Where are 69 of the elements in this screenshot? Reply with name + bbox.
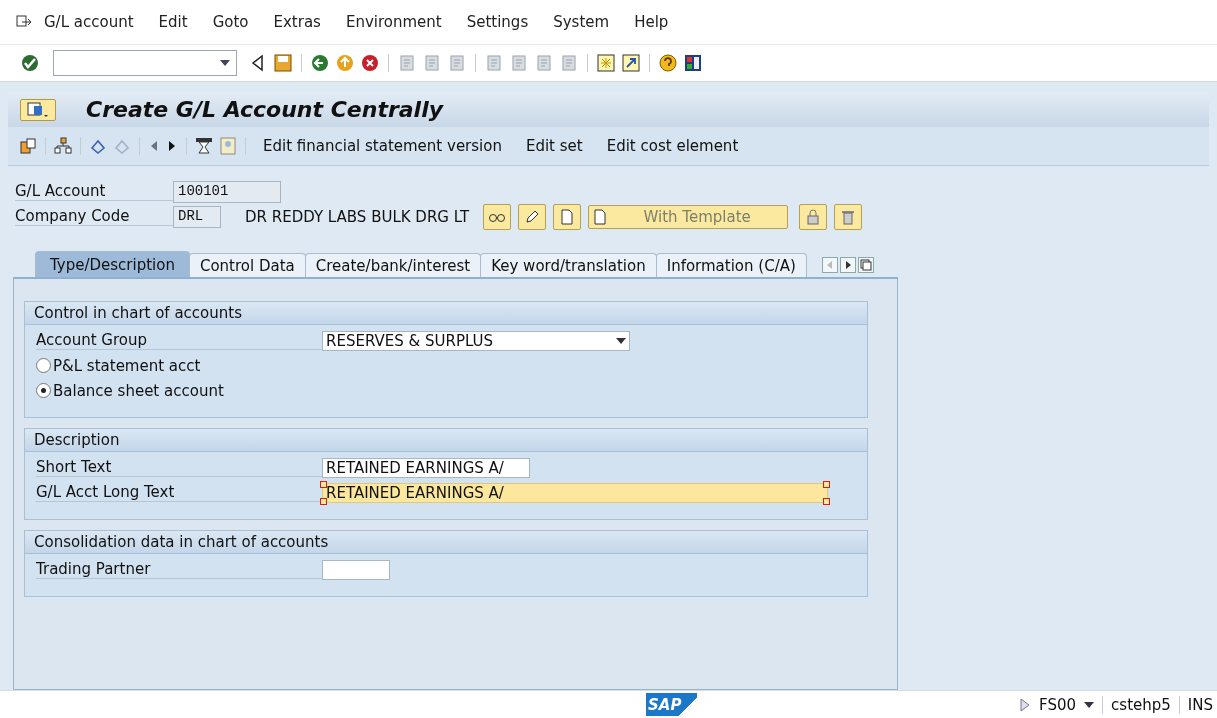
pencil-icon	[524, 208, 541, 225]
expand-triangle-icon[interactable]	[1019, 696, 1032, 713]
server-name: cstehp5	[1111, 695, 1171, 714]
layout-icon[interactable]	[683, 52, 703, 73]
dropdown-field[interactable]: RESERVES & SURPLUS	[322, 330, 630, 351]
toolbar-button[interactable]: Edit financial statement version	[263, 137, 502, 156]
menu-icon[interactable]	[16, 14, 32, 29]
enter-check-icon[interactable]	[20, 52, 40, 73]
radio-label: P&L statement acct	[53, 356, 201, 375]
shortcut-icon[interactable]	[621, 52, 641, 73]
lock-icon	[806, 208, 821, 225]
back-icon[interactable]	[310, 52, 330, 73]
display-button[interactable]	[483, 203, 512, 230]
new-window-icon[interactable]	[596, 52, 616, 73]
tab[interactable]: Key word/translation	[480, 253, 657, 278]
create-button[interactable]	[553, 203, 582, 230]
insert-mode: INS	[1187, 695, 1213, 714]
trash-icon	[841, 208, 856, 225]
edit-button[interactable]	[518, 203, 547, 230]
caret-icon[interactable]	[1084, 701, 1095, 708]
input-field[interactable]: RETAINED EARNINGS A/	[322, 457, 530, 478]
radio-button[interactable]	[36, 383, 51, 399]
cancel-icon[interactable]	[360, 52, 380, 73]
group-title: Consolidation data in chart of accounts	[25, 531, 867, 555]
toolbar-button[interactable]: Edit cost element	[606, 137, 739, 156]
dropdown-arrow-icon[interactable]	[220, 59, 230, 66]
tab[interactable]: Type/Description	[35, 251, 190, 278]
hourglass-icon[interactable]	[194, 136, 214, 157]
screen-icon	[27, 101, 49, 118]
menu-item[interactable]: G/L account	[44, 12, 134, 31]
account-field[interactable]: 100101	[173, 180, 281, 203]
field-label: Trading Partner	[36, 560, 322, 580]
tab-list-icon[interactable]	[857, 257, 874, 274]
group-title: Control in chart of accounts	[25, 302, 867, 326]
menu-item[interactable]: Settings	[466, 12, 529, 31]
save-icon[interactable]	[273, 52, 293, 73]
screen-title: Create G/L Account Centrally	[86, 97, 444, 123]
toolbar-button[interactable]: Edit set	[525, 137, 583, 156]
document-stack-icon[interactable]	[18, 136, 38, 157]
help-icon[interactable]	[658, 52, 678, 73]
dropdown-arrow-icon[interactable]	[616, 337, 626, 344]
logo: SAP	[646, 693, 698, 717]
delete-button[interactable]	[834, 203, 863, 230]
menu-item[interactable]: System	[553, 12, 610, 31]
group-title: Description	[25, 429, 867, 453]
menu-item[interactable]: Extras	[273, 12, 321, 31]
menu-item[interactable]: Edit	[158, 12, 188, 31]
radio-button[interactable]	[36, 358, 51, 374]
radio-label: Balance sheet account	[53, 381, 224, 400]
lock-button[interactable]	[799, 203, 828, 230]
menu-button[interactable]	[20, 98, 56, 121]
input-field[interactable]	[322, 559, 390, 580]
company-name: DR REDDY LABS BULK DRG LT	[245, 207, 470, 226]
menu-item[interactable]: Help	[634, 12, 669, 31]
transaction-code[interactable]: FS00	[1039, 695, 1077, 714]
scroll-right-icon[interactable]	[839, 257, 856, 274]
tab[interactable]: Information (C/A)	[655, 253, 807, 278]
hierarchy-icon[interactable]	[53, 136, 73, 157]
command-field[interactable]	[53, 49, 237, 76]
tab[interactable]: Create/bank/interest	[304, 253, 482, 278]
field-label: Short Text	[36, 458, 322, 478]
input-field[interactable]: RETAINED EARNINGS A/	[322, 482, 828, 503]
document-icon	[560, 208, 575, 225]
menu-item[interactable]: Environment	[345, 12, 442, 31]
company-code-field[interactable]: DRL	[173, 205, 221, 228]
document-icon	[593, 208, 608, 225]
menu-item[interactable]: Goto	[212, 12, 249, 31]
field-label: Account Group	[36, 331, 322, 351]
tab[interactable]: Control Data	[188, 253, 306, 278]
